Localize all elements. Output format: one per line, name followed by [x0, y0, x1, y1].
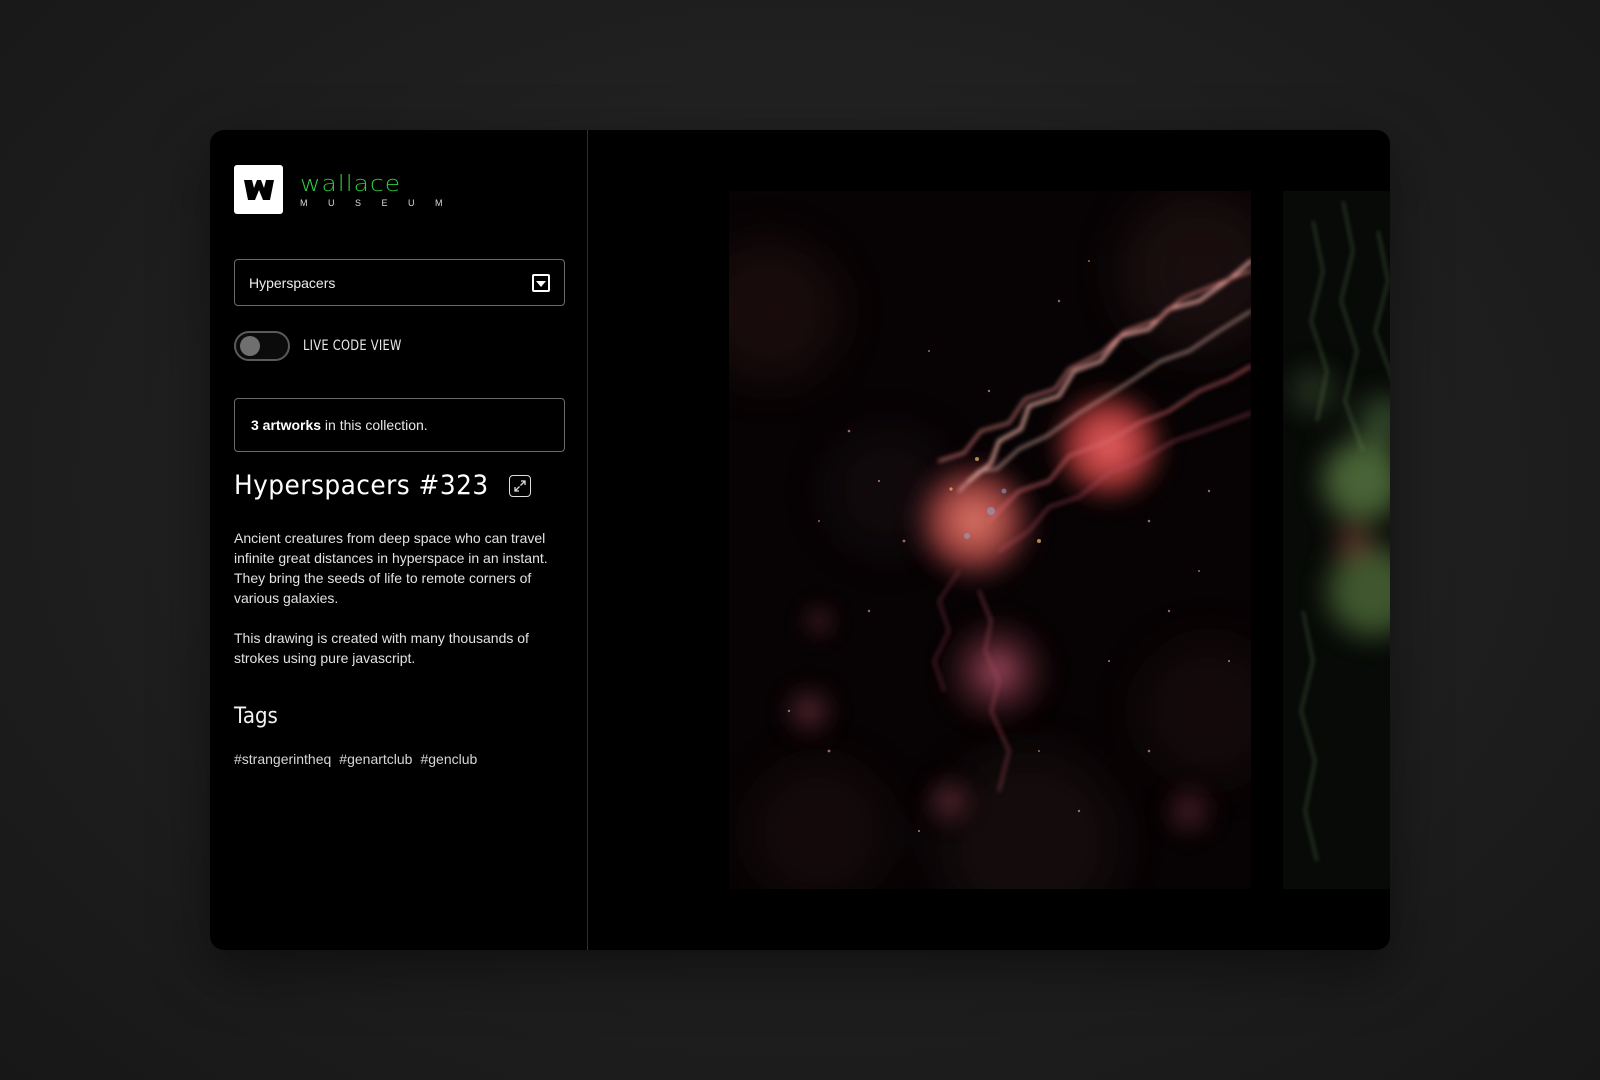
chevron-down-icon — [532, 273, 550, 292]
toggle-knob — [240, 336, 260, 356]
tags-heading: Tags — [234, 704, 278, 729]
museum-window: wallace M U S E U M Hyperspacers LIVE CO… — [210, 130, 1390, 950]
live-code-view-toggle[interactable] — [234, 331, 290, 361]
w-glyph-icon — [243, 179, 274, 200]
tag-link[interactable]: #strangerintheq — [234, 751, 331, 767]
wallace-museum-logo[interactable]: wallace M U S E U M — [234, 165, 452, 214]
tag-list: #strangerintheq #genartclub #genclub — [234, 751, 477, 767]
live-code-view-row: LIVE CODE VIEW — [234, 331, 423, 361]
expand-icon[interactable] — [508, 474, 531, 497]
description-paragraph: This drawing is created with many thousa… — [234, 630, 529, 666]
sidebar: wallace M U S E U M Hyperspacers LIVE CO… — [210, 130, 588, 950]
artwork-title-row: Hyperspacers #323 — [234, 470, 533, 501]
artwork-image-current[interactable] — [729, 191, 1251, 889]
live-code-view-label: LIVE CODE VIEW — [303, 338, 402, 354]
artwork-description: Ancient creatures from deep space who ca… — [234, 528, 564, 688]
tag-link[interactable]: #genclub — [420, 751, 477, 767]
collection-count-box: 3 artworks in this collection. — [234, 398, 565, 452]
tag-link[interactable]: #genartclub — [339, 751, 412, 767]
artwork-count: 3 artworks — [251, 417, 322, 433]
collection-select-value: Hyperspacers — [249, 274, 336, 291]
collection-select[interactable]: Hyperspacers — [234, 259, 565, 306]
artwork-count-suffix: in this collection. — [321, 417, 428, 433]
logo-wordmark: wallace — [300, 170, 402, 197]
logo-subtitle: M U S E U M — [300, 197, 452, 208]
artwork-carousel[interactable] — [589, 130, 1390, 950]
artwork-title: Hyperspacers #323 — [234, 470, 489, 501]
logo-mark-icon — [234, 165, 283, 214]
artwork-image-next[interactable] — [1283, 191, 1390, 889]
description-paragraph: Ancient creatures from deep space who ca… — [234, 530, 548, 606]
